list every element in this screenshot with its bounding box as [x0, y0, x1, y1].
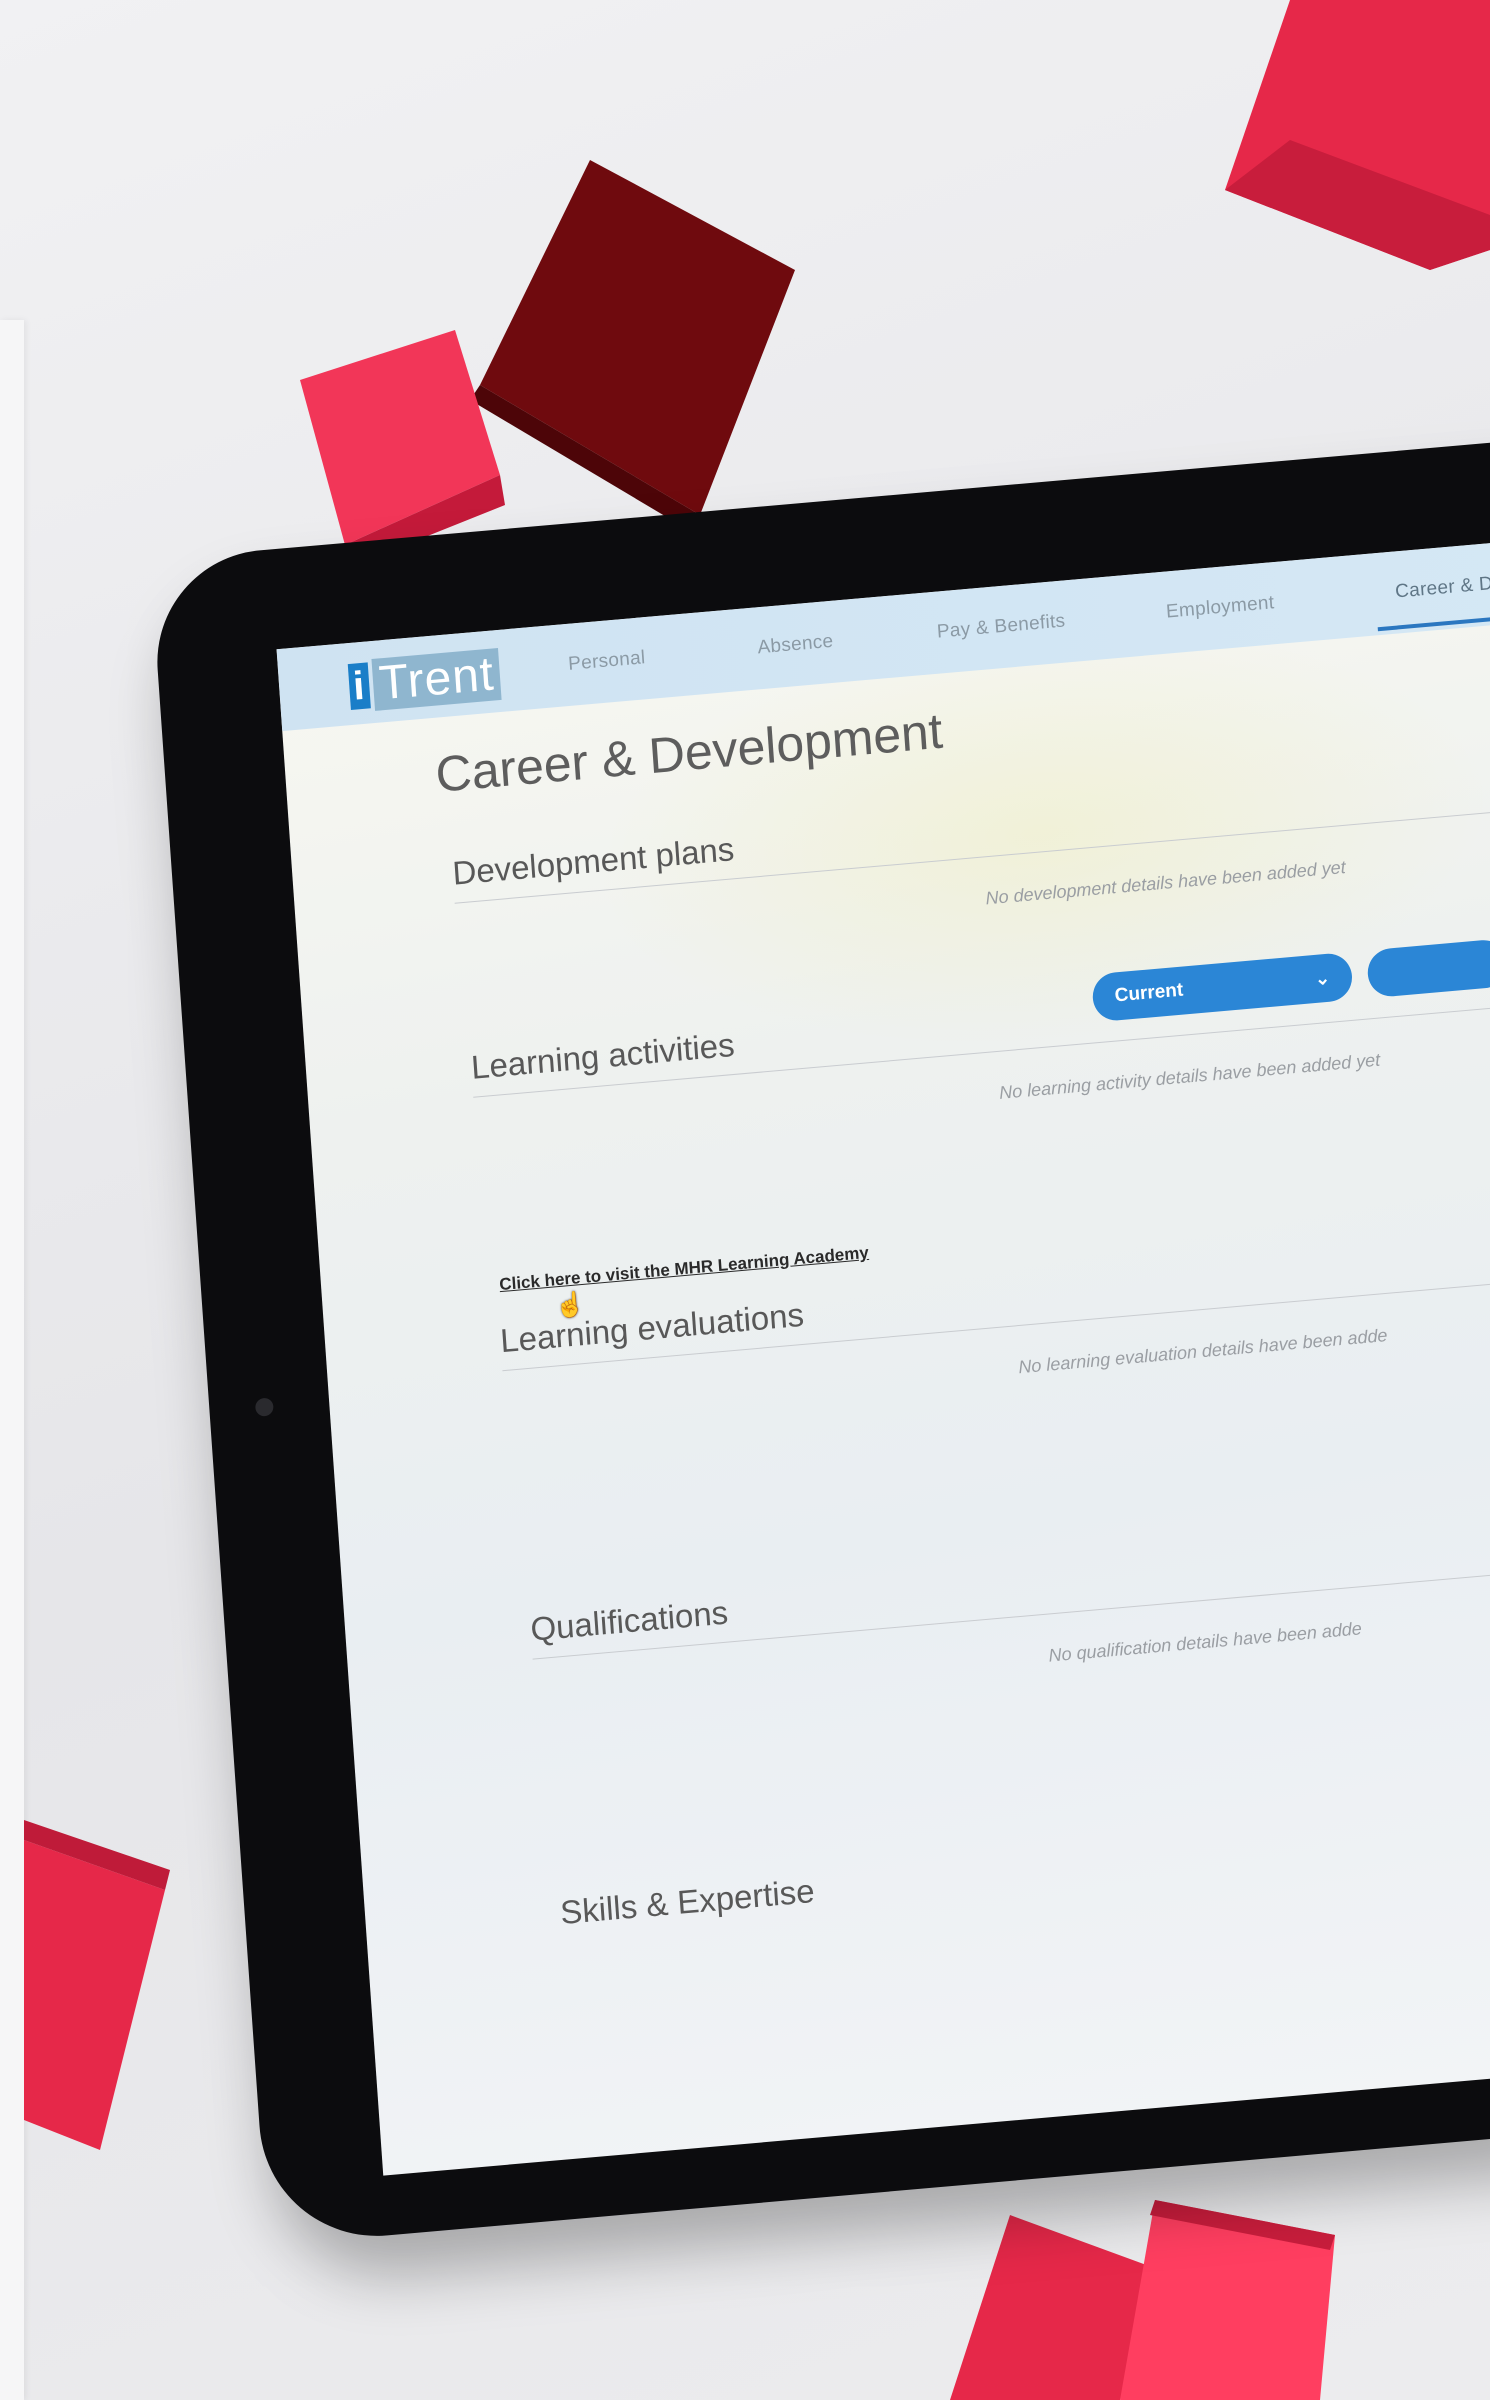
- top-navigation-bar: i Trent Personal Absence Pay & Benefits …: [276, 532, 1490, 732]
- logo-wordmark: Trent: [371, 647, 502, 711]
- tab-pay-benefits[interactable]: Pay & Benefits: [936, 610, 1066, 643]
- empty-message-qualifications: No qualification details have been adde: [1047, 1618, 1363, 1666]
- tab-career-development[interactable]: Career & Development: [1395, 564, 1490, 603]
- camera-lens: [254, 1397, 274, 1417]
- active-tab-indicator: [1377, 608, 1490, 632]
- cube-left-bottom: [24, 1840, 165, 2150]
- tablet-device: i Trent Personal Absence Pay & Benefits …: [150, 432, 1490, 2246]
- section-title-skills-expertise: Skills & Expertise: [559, 1871, 816, 1932]
- section-title-development-plans: Development plans: [451, 830, 736, 892]
- tab-personal[interactable]: Personal: [568, 647, 647, 676]
- photo-scene: i Trent Personal Absence Pay & Benefits …: [0, 0, 1490, 2400]
- tab-absence[interactable]: Absence: [757, 631, 834, 660]
- app-screen: i Trent Personal Absence Pay & Benefits …: [276, 532, 1490, 2176]
- section-title-learning-evaluations: Learning evaluations: [499, 1295, 806, 1360]
- filter-select-value: Current: [1114, 979, 1184, 1007]
- mhr-learning-academy-link[interactable]: Click here to visit the MHR Learning Aca…: [499, 1243, 870, 1295]
- empty-message-learning-activities: No learning activity details have been a…: [998, 1049, 1381, 1103]
- empty-message-learning-evaluations: No learning evaluation details have been…: [1017, 1324, 1389, 1378]
- learning-activities-secondary-button[interactable]: [1366, 938, 1490, 999]
- tab-employment[interactable]: Employment: [1165, 592, 1275, 623]
- section-title-qualifications: Qualifications: [529, 1593, 730, 1648]
- cube-dark-top: [480, 160, 795, 515]
- page-title: Career & Development: [433, 702, 945, 803]
- logo-i-mark: i: [347, 662, 371, 711]
- itrent-logo[interactable]: i Trent: [347, 647, 502, 713]
- empty-message-development-plans: No development details have been added y…: [984, 856, 1347, 909]
- learning-activities-filter-select[interactable]: Current ⌄: [1091, 951, 1354, 1023]
- chevron-down-icon: ⌄: [1314, 967, 1331, 989]
